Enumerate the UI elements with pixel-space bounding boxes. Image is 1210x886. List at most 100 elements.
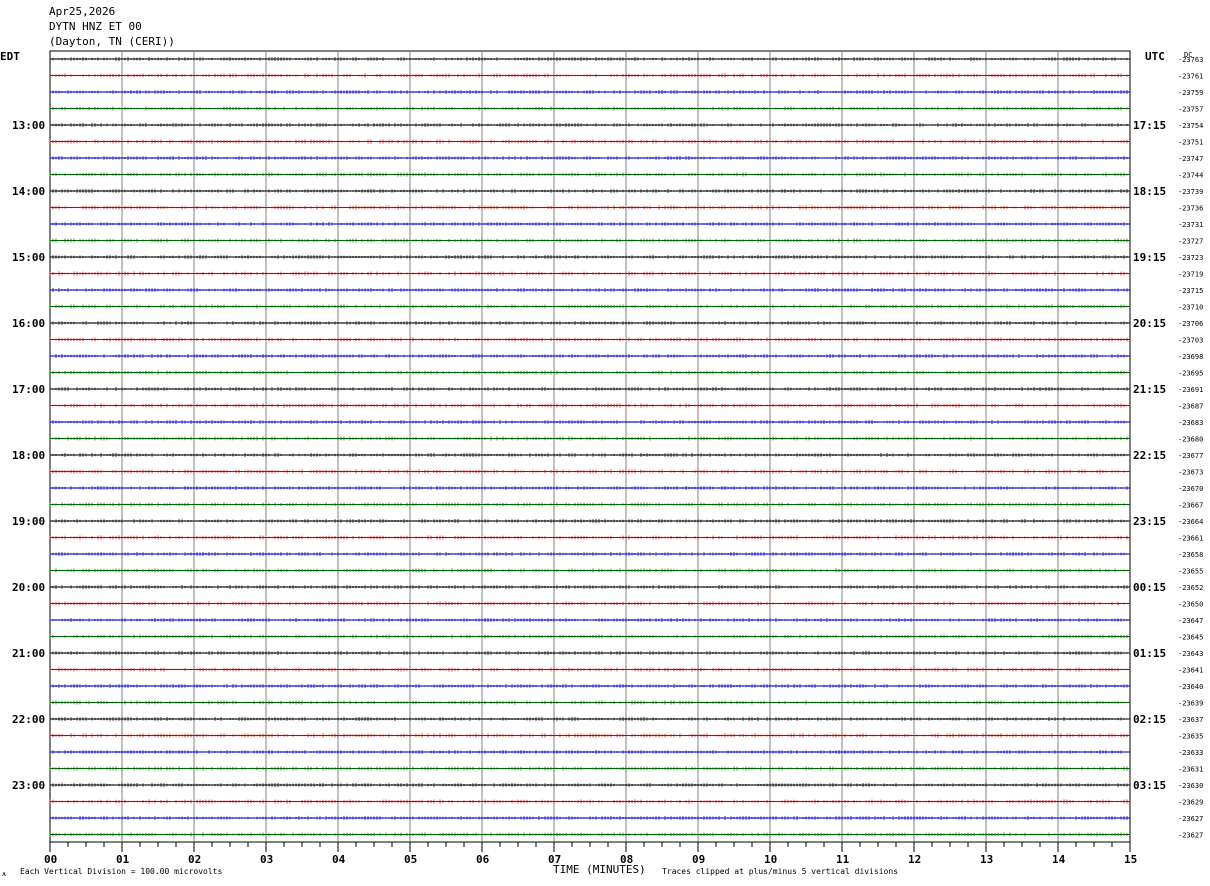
dc-offset-label: -23641 [1178,667,1203,675]
x-tick-label: 00 [44,853,57,866]
left-hour-label: 22:00 [12,713,45,726]
right-hour-label: 19:15 [1133,251,1166,264]
dc-offset-label: -23643 [1178,650,1203,658]
dc-offset-label: -23739 [1178,188,1203,196]
dc-offset-label: -23639 [1178,700,1203,708]
dc-offset-label: -23655 [1178,568,1203,576]
left-hour-label: 19:00 [12,515,45,528]
right-hour-labels: 17:15 18:15 19:15 20:15 21:15 22:15 23:15 00:15… [1133,119,1166,792]
dc-offset-label: -23698 [1178,353,1203,361]
dc-offset-label: -23757 [1178,106,1203,114]
dc-offset-label: -23687 [1178,403,1203,411]
location-label: (Dayton, TN (CERI)) [49,35,175,48]
dc-offset-label: -23631 [1178,766,1203,774]
left-hour-label: 18:00 [12,449,45,462]
right-timezone-label: UTC [1145,50,1165,63]
dc-offset-labels: -23763 -23761 -23759 -23757 -23754 -23751 -237… [1178,56,1203,840]
left-hour-label: 13:00 [12,119,45,132]
dc-offset-label: -23744 [1178,172,1203,180]
right-hour-label: 22:15 [1133,449,1166,462]
right-hour-label: 01:15 [1133,647,1166,660]
dc-offset-label: -23719 [1178,271,1203,279]
dc-offset-label: -23763 [1178,56,1203,64]
dc-offset-label: -23645 [1178,634,1203,642]
x-tick-label: 12 [908,853,921,866]
x-tick-label: 04 [332,853,346,866]
dc-offset-label: -23751 [1178,139,1203,147]
dc-offset-label: -23727 [1178,238,1203,246]
left-hour-label: 14:00 [12,185,45,198]
dc-offset-label: -23706 [1178,320,1203,328]
x-tick-label: 14 [1052,853,1066,866]
dc-offset-label: -23652 [1178,584,1203,592]
right-hour-label: 03:15 [1133,779,1166,792]
dc-offset-label: -23673 [1178,469,1203,477]
x-tick-label: 06 [476,853,490,866]
x-tick-label: 10 [764,853,777,866]
x-tick-label: 13 [980,853,993,866]
dc-offset-label: -23627 [1178,815,1203,823]
left-hour-labels: 13:00 14:00 15:00 16:00 17:00 18:00 19:00 20:00… [12,119,45,792]
date-label: Apr25,2026 [49,5,115,18]
clip-note: Traces clipped at plus/minus 5 vertical … [662,867,898,876]
left-hour-label: 15:00 [12,251,45,264]
dc-offset-label: -23754 [1178,122,1203,130]
dc-offset-label: -23710 [1178,304,1203,312]
helicorder-plot: Apr25,2026 DYTN HNZ ET 00 (Dayton, TN (C… [0,5,1203,878]
dc-offset-label: -23640 [1178,683,1203,691]
right-hour-label: 20:15 [1133,317,1166,330]
dc-offset-label: -23736 [1178,205,1203,213]
dc-offset-label: -23658 [1178,551,1203,559]
x-tick-label: 09 [692,853,705,866]
left-hour-label: 17:00 [12,383,45,396]
dc-offset-label: -23677 [1178,452,1203,460]
dc-offset-label: -23703 [1178,337,1203,345]
dc-offset-label: -23747 [1178,155,1203,163]
x-tick-label: 05 [404,853,417,866]
right-hour-label: 00:15 [1133,581,1166,594]
grid [49,50,1131,843]
x-axis-title: TIME (MINUTES) [553,863,646,876]
right-hour-label: 18:15 [1133,185,1166,198]
left-hour-label: 21:00 [12,647,45,660]
dc-offset-label: -23664 [1178,518,1203,526]
dc-offset-label: -23637 [1178,716,1203,724]
dc-offset-label: -23630 [1178,782,1203,790]
dc-offset-label: -23695 [1178,370,1203,378]
dc-offset-label: -23761 [1178,73,1203,81]
right-hour-label: 21:15 [1133,383,1166,396]
dc-offset-label: -23627 [1178,832,1203,840]
right-hour-label: 02:15 [1133,713,1166,726]
x-tick-label: 03 [260,853,273,866]
x-tick-label: 01 [116,853,130,866]
right-hour-label: 17:15 [1133,119,1166,132]
station-label: DYTN HNZ ET 00 [49,20,142,33]
dc-offset-label: -23680 [1178,436,1203,444]
x-tick-label: 15 [1124,853,1137,866]
left-hour-label: 23:00 [12,779,45,792]
left-hour-label: 16:00 [12,317,45,330]
dc-offset-label: -23633 [1178,749,1203,757]
right-hour-label: 23:15 [1133,515,1166,528]
trace-group [49,57,1130,837]
dc-offset-label: -23629 [1178,799,1203,807]
dc-offset-label: -23650 [1178,601,1203,609]
x-tick-label: 11 [836,853,850,866]
plot-frame [49,50,1131,843]
dc-offset-label: -23667 [1178,502,1203,510]
dc-offset-label: -23759 [1178,89,1203,97]
dc-offset-label: -23635 [1178,733,1203,741]
corner-mark: ᴀ [2,869,7,878]
scale-note: Each Vertical Division = 100.00 microvol… [20,867,222,876]
dc-offset-label: -23670 [1178,485,1203,493]
dc-offset-label: -23723 [1178,254,1203,262]
dc-offset-label: -23731 [1178,221,1203,229]
x-tick-label: 02 [188,853,201,866]
dc-offset-label: -23683 [1178,419,1203,427]
dc-offset-label: -23661 [1178,535,1203,543]
dc-offset-label: -23691 [1178,386,1203,394]
dc-offset-label: -23647 [1178,617,1203,625]
dc-offset-label: -23715 [1178,287,1203,295]
left-hour-label: 20:00 [12,581,45,594]
left-timezone-label: EDT [0,50,20,63]
